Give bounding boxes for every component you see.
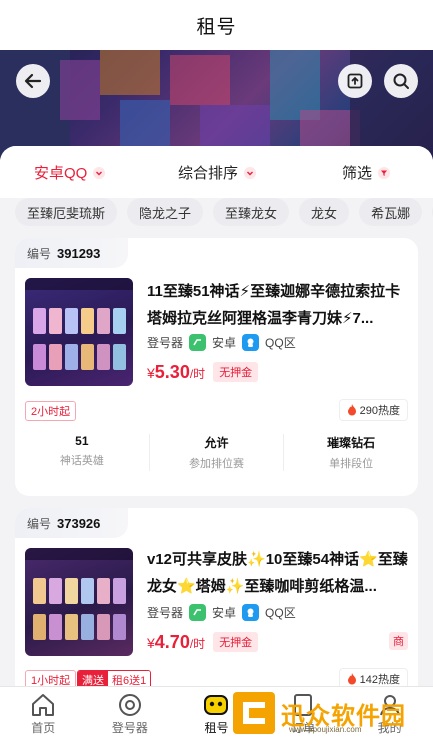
- login-tool-label: 登号器: [147, 336, 184, 350]
- stat-ranked-allowed: 允许 参加排位赛: [150, 434, 285, 471]
- listing-title: 11至臻51神话⚡至臻迦娜辛德拉索拉卡塔姆拉克丝阿狸格温李青刀妹⚡7...: [147, 283, 401, 327]
- login-tool-icon: [118, 694, 141, 716]
- price-value: 5.30: [154, 362, 190, 382]
- qq-icon: [242, 334, 260, 351]
- tab-label: 登号器: [111, 721, 148, 735]
- listing-thumbnail: [25, 278, 133, 386]
- watermark-logo: [233, 692, 275, 734]
- home-icon: [32, 694, 55, 716]
- stat-value: 51: [75, 434, 89, 448]
- price-prefix: ¥: [147, 635, 155, 651]
- advanced-filter[interactable]: 筛选: [342, 162, 391, 183]
- flame-icon: [347, 404, 356, 416]
- filter-bar: 安卓QQ 综合排序 筛选: [0, 146, 433, 198]
- listing-thumbnail: [25, 548, 133, 656]
- price-unit: /时: [189, 637, 206, 651]
- deposit-tag: 无押金: [213, 632, 259, 652]
- flame-icon: [347, 673, 356, 685]
- sort-filter[interactable]: 综合排序: [178, 162, 257, 183]
- stat-solo-rank: 璀璨钻石 单排段位: [284, 434, 418, 471]
- heat-value: 290热度: [359, 405, 400, 417]
- watermark: 迅众软件园 www.apoujixian.com: [233, 688, 433, 738]
- heat-value: 142热度: [359, 674, 400, 686]
- zone-label: QQ区: [265, 336, 296, 350]
- listing-stats: 51 神话英雄 允许 参加排位赛 璀璨钻石 单排段位: [15, 434, 418, 471]
- login-tool-label: 登号器: [147, 606, 184, 620]
- share-button[interactable]: [338, 64, 372, 98]
- heat-badge: 290热度: [338, 399, 408, 421]
- sort-filter-label: 综合排序: [178, 165, 239, 182]
- listing-id-value: 373926: [57, 515, 101, 531]
- stat-mythic-heroes: 51 神话英雄: [15, 434, 150, 471]
- share-doc-icon: [347, 73, 363, 89]
- gamepad-icon: [204, 695, 229, 715]
- listing-id-label: 编号: [27, 246, 52, 261]
- stat-label: 神话英雄: [59, 455, 104, 467]
- merchant-tag: 商: [389, 632, 408, 650]
- price-prefix: ¥: [147, 365, 155, 381]
- android-icon: [189, 604, 207, 621]
- chip[interactable]: 希瓦娜: [359, 198, 423, 226]
- tab-label: 租号: [204, 721, 229, 735]
- listing-price: ¥ 4.70 /时 无押金: [147, 632, 259, 654]
- page-title: 租号: [196, 16, 237, 38]
- listing-id: 编号 391293: [15, 238, 129, 268]
- arrow-left-icon: [24, 73, 42, 89]
- back-button[interactable]: [16, 64, 50, 98]
- tab-login-tool[interactable]: 登号器: [87, 687, 174, 738]
- os-label: 安卓: [212, 606, 237, 620]
- listing-title: v12可共享皮肤✨10至臻54神话⭐至臻龙女⭐塔姆✨至臻咖啡剪纸格温...: [147, 551, 408, 595]
- price-unit: /时: [189, 367, 206, 381]
- zone-label: QQ区: [265, 606, 296, 620]
- chip[interactable]: 至臻龙女: [213, 198, 290, 226]
- platform-filter-label: 安卓QQ: [34, 165, 88, 182]
- stat-value: 璀璨钻石: [327, 436, 376, 450]
- search-icon: [393, 73, 409, 89]
- chevron-down-icon: [244, 166, 257, 179]
- listing-id-value: 391293: [57, 245, 101, 261]
- top-bar: 租号: [0, 0, 433, 50]
- listing-card[interactable]: 编号 373926 v12可共享皮肤✨10至臻54神话⭐至臻龙女⭐塔姆✨至臻咖啡…: [15, 508, 418, 698]
- chevron-down-icon: [93, 166, 106, 179]
- listing-card[interactable]: 编号 391293 11至臻51神话⚡至臻迦娜辛德拉索拉卡塔姆拉克丝阿狸格温李青…: [15, 238, 418, 496]
- platform-filter[interactable]: 安卓QQ: [34, 162, 106, 183]
- stat-value: 允许: [204, 436, 229, 450]
- android-icon: [189, 334, 207, 351]
- stat-label: 单排段位: [329, 458, 374, 470]
- listing-meta: 登号器 安卓 QQ区: [147, 334, 296, 351]
- min-rental-tag: 2小时起: [25, 401, 77, 421]
- chip[interactable]: 隐龙之子: [127, 198, 204, 226]
- search-button[interactable]: [384, 64, 418, 98]
- chip[interactable]: 至臻厄斐琉斯: [15, 198, 118, 226]
- listing-meta: 登号器 安卓 QQ区: [147, 604, 296, 621]
- hero-chip-row: 至臻厄斐琉斯 隐龙之子 至臻龙女 龙女 希瓦娜 至臻: [0, 198, 433, 228]
- listing-id-label: 编号: [27, 516, 52, 531]
- chip[interactable]: 龙女: [299, 198, 350, 226]
- listing-price: ¥ 5.30 /时 无押金: [147, 362, 259, 384]
- qq-icon: [242, 604, 260, 621]
- price-value: 4.70: [154, 632, 190, 652]
- hero-banner: [0, 50, 433, 160]
- advanced-filter-label: 筛选: [342, 165, 373, 182]
- tab-home[interactable]: 首页: [0, 687, 87, 738]
- tab-label: 首页: [31, 721, 56, 735]
- stat-label: 参加排位赛: [189, 458, 244, 470]
- deposit-tag: 无押金: [213, 362, 259, 382]
- watermark-url: www.apoujixian.com: [289, 725, 362, 734]
- os-label: 安卓: [212, 336, 237, 350]
- funnel-icon: [378, 166, 391, 179]
- listing-id: 编号 373926: [15, 508, 129, 538]
